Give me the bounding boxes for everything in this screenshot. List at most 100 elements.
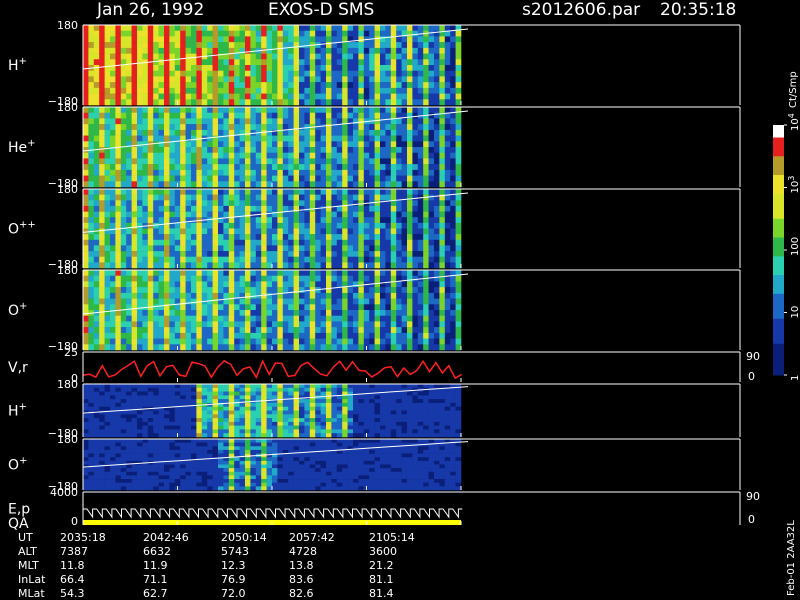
spectrogram-cell bbox=[255, 65, 262, 71]
spectrogram-cell bbox=[277, 228, 284, 235]
spectrogram-cell bbox=[169, 270, 176, 276]
spectrogram-cell bbox=[390, 425, 397, 430]
spectrogram-cell bbox=[401, 87, 408, 94]
spectrogram-cell bbox=[277, 25, 284, 31]
spectrogram-cell bbox=[212, 200, 219, 207]
spectrogram-cell bbox=[104, 200, 111, 207]
spectrogram-cell bbox=[131, 211, 138, 218]
spectrogram-cell bbox=[401, 164, 408, 171]
spectrogram-cell bbox=[444, 99, 451, 106]
spectrogram-cell bbox=[315, 135, 321, 142]
spectrogram-cell bbox=[153, 112, 159, 119]
spectrogram-cell bbox=[142, 287, 149, 294]
spectrogram-cell bbox=[347, 321, 354, 328]
spectrogram-cell bbox=[320, 315, 327, 322]
spectrogram-cell bbox=[299, 310, 305, 316]
spectrogram-cell bbox=[88, 189, 95, 195]
spectrogram-cell bbox=[347, 310, 354, 316]
spectrogram-cell bbox=[234, 414, 240, 419]
panel-o-plus-2: O+180−180 bbox=[8, 433, 741, 493]
spectrogram-cell bbox=[315, 169, 321, 176]
spectrogram-cell bbox=[174, 270, 181, 276]
spectrogram-cell bbox=[385, 429, 392, 434]
spectrogram-cell bbox=[401, 338, 408, 345]
spectrogram-cell bbox=[401, 211, 408, 218]
spectrogram-cell bbox=[207, 410, 213, 415]
spectrogram-cell bbox=[120, 181, 127, 188]
spectrogram-cell bbox=[137, 310, 143, 316]
spectrogram-cell bbox=[234, 384, 240, 389]
spectrogram-cell bbox=[147, 332, 154, 339]
spectrogram-cell bbox=[336, 82, 343, 89]
spectrogram-cell bbox=[309, 82, 316, 89]
spectrogram-cell bbox=[83, 275, 89, 282]
spectrogram-cell bbox=[212, 47, 219, 54]
spectrogram-cell bbox=[158, 256, 165, 263]
spectrogram-cell bbox=[396, 292, 402, 299]
spectrogram-cell bbox=[137, 421, 143, 426]
spectrogram-cell bbox=[83, 468, 89, 472]
spectrogram-cell bbox=[239, 205, 246, 212]
spectrogram-cell bbox=[180, 399, 186, 404]
spectrogram-cell bbox=[239, 315, 246, 322]
spectrogram-cell bbox=[401, 200, 408, 207]
spectrogram-cell bbox=[385, 321, 392, 328]
spectrogram-cell bbox=[137, 245, 143, 252]
spectrogram-cell bbox=[207, 175, 213, 182]
spectrogram-cell bbox=[126, 76, 132, 83]
spectrogram-cell bbox=[282, 245, 289, 252]
spectrogram-cell bbox=[99, 275, 105, 282]
spectrogram-cell bbox=[88, 200, 95, 207]
spectrogram-cell bbox=[185, 36, 192, 43]
spectrogram-cell bbox=[234, 228, 240, 235]
spectrogram-cell bbox=[234, 53, 240, 60]
spectrogram-cell bbox=[374, 414, 381, 419]
spectrogram-cell bbox=[407, 433, 413, 438]
spectrogram-cell bbox=[250, 124, 257, 131]
spectrogram-cell bbox=[126, 93, 132, 100]
spectrogram-cell bbox=[120, 256, 127, 263]
spectrogram-cell bbox=[385, 304, 392, 311]
spectrogram-cell bbox=[201, 189, 208, 195]
spectrogram-cell bbox=[455, 141, 462, 148]
spectrogram-cell bbox=[293, 129, 300, 136]
spectrogram-cell bbox=[450, 395, 456, 400]
spectrogram-cell bbox=[347, 338, 354, 345]
spectrogram-cell bbox=[212, 256, 219, 263]
spectrogram-cell bbox=[331, 256, 338, 263]
spectrogram-cell bbox=[83, 112, 89, 119]
spectrogram-cell bbox=[326, 262, 332, 269]
spectrogram-cell bbox=[374, 406, 381, 411]
spectrogram-cell bbox=[137, 194, 143, 201]
spectrogram-cell bbox=[455, 234, 462, 240]
spectrogram-cell bbox=[185, 87, 192, 94]
spectrogram-cell bbox=[164, 399, 170, 404]
spectrogram-cell bbox=[180, 418, 186, 423]
spectrogram-cell bbox=[428, 99, 435, 106]
spectrogram-cell bbox=[180, 410, 186, 415]
spectrogram-cell bbox=[169, 315, 176, 322]
spectrogram-cell bbox=[417, 304, 424, 311]
spectrogram-cell bbox=[158, 65, 165, 71]
spectrogram-cell bbox=[158, 53, 165, 60]
spectrogram-cell bbox=[315, 429, 321, 434]
spectrogram-cell bbox=[180, 281, 186, 288]
spectrogram-cell bbox=[380, 433, 386, 438]
spectrogram-cell bbox=[93, 298, 100, 305]
spectrogram-cell bbox=[401, 304, 408, 311]
spectrogram-cell bbox=[99, 76, 105, 83]
spectrogram-cell bbox=[282, 59, 289, 66]
spectrogram-cell bbox=[131, 70, 138, 77]
spectrogram-cell bbox=[412, 200, 419, 207]
spectrogram-cell bbox=[223, 245, 230, 252]
spectrogram-cell bbox=[234, 205, 240, 212]
spectrogram-cell bbox=[320, 194, 327, 201]
spectrogram-cell bbox=[234, 42, 240, 49]
spectrogram-cell bbox=[347, 147, 354, 153]
spectrogram-cell bbox=[428, 135, 435, 142]
spectrogram-cell bbox=[374, 194, 381, 201]
spectrogram-cell bbox=[439, 70, 446, 77]
spectrogram-cell bbox=[261, 135, 267, 142]
spectrogram-cell bbox=[196, 239, 203, 246]
spectrogram-cell bbox=[164, 76, 170, 83]
